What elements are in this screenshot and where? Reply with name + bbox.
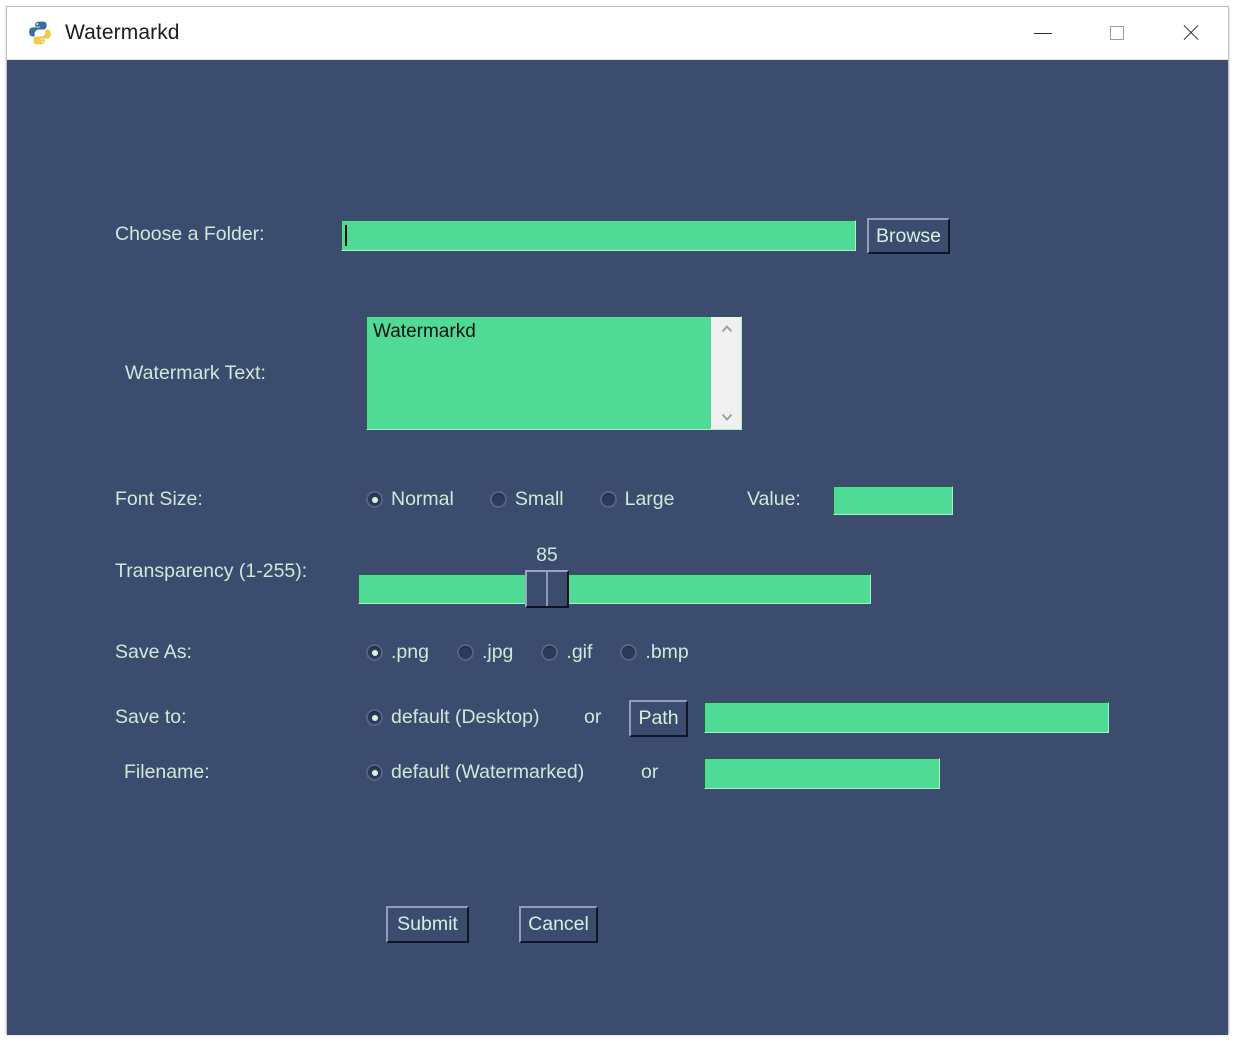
save-as-option-label: .gif: [566, 641, 592, 664]
minimize-button[interactable]: [1006, 7, 1080, 59]
font-value-label: Value:: [747, 488, 801, 511]
font-size-label: Font Size:: [115, 488, 203, 511]
browse-button[interactable]: Browse: [867, 218, 950, 254]
filename-input[interactable]: [704, 758, 940, 789]
radio-icon[interactable]: [541, 644, 558, 661]
radio-icon-selected[interactable]: [366, 644, 383, 661]
scroll-up-icon[interactable]: [719, 321, 735, 337]
watermark-text-label: Watermark Text:: [125, 362, 266, 385]
choose-folder-label: Choose a Folder:: [115, 223, 265, 246]
save-as-option-label: .jpg: [482, 641, 513, 664]
minimize-icon: [1034, 33, 1052, 34]
font-size-option-label: Normal: [391, 488, 454, 511]
title-bar-left: Watermarkd: [7, 20, 180, 46]
window-controls: [1006, 7, 1228, 59]
save-to-radio-group: default (Desktop): [366, 706, 540, 729]
transparency-value: 85: [536, 544, 558, 567]
font-size-option-label: Small: [515, 488, 564, 511]
watermark-text-area[interactable]: Watermarkd: [366, 316, 742, 430]
save-as-label: Save As:: [115, 641, 192, 664]
save-as-option-png[interactable]: .png: [366, 641, 429, 664]
save-as-option-bmp[interactable]: .bmp: [620, 641, 688, 664]
font-size-radio-group: Normal Small Large: [366, 488, 674, 511]
save-to-option-default[interactable]: default (Desktop): [366, 706, 540, 729]
filename-or-label: or: [641, 761, 658, 784]
filename-option-default[interactable]: default (Watermarked): [366, 761, 584, 784]
window-title: Watermarkd: [65, 21, 180, 45]
form-canvas: Choose a Folder: Browse Watermark Text: …: [7, 60, 1228, 1035]
application-window: Watermarkd Choose a Folder: Browse Water…: [6, 6, 1229, 1034]
maximize-button[interactable]: [1080, 7, 1154, 59]
watermark-scrollbar[interactable]: [711, 317, 741, 429]
radio-icon[interactable]: [620, 644, 637, 661]
filename-option-label: default (Watermarked): [391, 761, 584, 784]
radio-icon[interactable]: [600, 491, 617, 508]
submit-button[interactable]: Submit: [386, 906, 469, 943]
title-bar: Watermarkd: [7, 7, 1228, 60]
radio-icon[interactable]: [490, 491, 507, 508]
close-icon: [1181, 23, 1201, 43]
save-to-or-label: or: [584, 706, 601, 729]
save-as-option-label: .bmp: [645, 641, 688, 664]
font-value-input[interactable]: [833, 486, 953, 515]
radio-icon-selected[interactable]: [366, 709, 383, 726]
save-to-option-label: default (Desktop): [391, 706, 540, 729]
radio-icon-selected[interactable]: [366, 764, 383, 781]
filename-label: Filename:: [124, 761, 210, 784]
save-as-option-jpg[interactable]: .jpg: [457, 641, 513, 664]
save-as-radio-group: .png .jpg .gif .bmp: [366, 641, 689, 664]
scroll-down-icon[interactable]: [719, 409, 735, 425]
text-caret: [345, 225, 347, 246]
cancel-button[interactable]: Cancel: [519, 906, 598, 943]
folder-path-input[interactable]: [341, 220, 856, 251]
save-as-option-gif[interactable]: .gif: [541, 641, 592, 664]
font-size-option-small[interactable]: Small: [490, 488, 564, 511]
font-size-option-large[interactable]: Large: [600, 488, 675, 511]
radio-icon-selected[interactable]: [366, 491, 383, 508]
maximize-icon: [1110, 26, 1124, 40]
transparency-label: Transparency (1-255):: [115, 560, 307, 583]
python-logo-icon: [27, 20, 53, 46]
radio-icon[interactable]: [457, 644, 474, 661]
save-to-label: Save to:: [115, 706, 187, 729]
font-size-option-label: Large: [625, 488, 675, 511]
save-as-option-label: .png: [391, 641, 429, 664]
watermark-text-value[interactable]: Watermarkd: [367, 317, 711, 429]
path-button[interactable]: Path: [629, 700, 688, 737]
font-size-option-normal[interactable]: Normal: [366, 488, 454, 511]
close-button[interactable]: [1154, 7, 1228, 59]
slider-thumb[interactable]: [525, 570, 569, 608]
slider-track[interactable]: [358, 574, 871, 604]
save-to-path-input[interactable]: [704, 702, 1109, 733]
filename-radio-group: default (Watermarked): [366, 761, 584, 784]
